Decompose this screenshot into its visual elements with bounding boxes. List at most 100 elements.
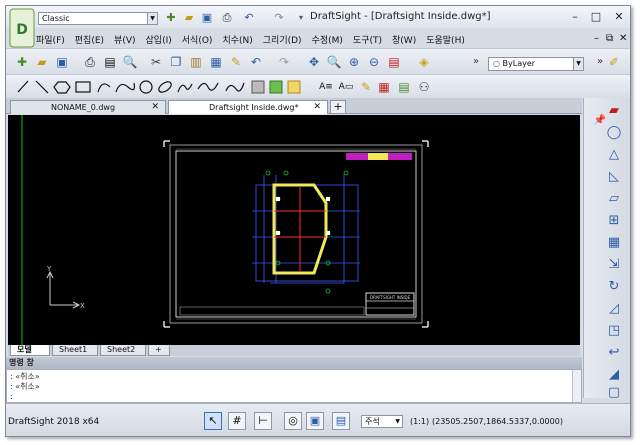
spline-icon[interactable]	[197, 82, 219, 91]
etrack-icon[interactable]: ▤	[332, 412, 350, 430]
sheet-tab-sheet2[interactable]: Sheet2	[100, 345, 146, 356]
undo-icon[interactable]: ↶	[242, 11, 256, 25]
circle-icon[interactable]	[139, 80, 153, 94]
copy-icon[interactable]: ❐	[168, 54, 184, 70]
scale-icon[interactable]: ⊞	[604, 212, 624, 230]
menu-insert[interactable]: 삽입(I)	[146, 33, 172, 46]
zoom-window-icon[interactable]: ⊕	[346, 54, 362, 70]
offset-icon[interactable]: ◺	[604, 168, 624, 186]
drawing-canvas[interactable]: Y X DRAFTSIGHT INSIDE	[8, 115, 580, 345]
doc-close-icon[interactable]: ✕	[619, 33, 627, 44]
pan-icon[interactable]: ✥	[306, 54, 322, 70]
pattern-icon[interactable]: ▦	[604, 234, 624, 252]
match-properties-icon[interactable]: ✎	[228, 54, 244, 70]
zoom-fit-icon[interactable]: ⊖	[366, 54, 382, 70]
copy-entity-icon[interactable]: ◯	[604, 124, 624, 142]
insert-block-icon[interactable]	[287, 80, 301, 94]
image-icon[interactable]: ▦	[376, 79, 392, 95]
customize-icon[interactable]: ▾	[294, 11, 308, 25]
stretch-icon[interactable]: ▱	[604, 190, 624, 208]
clipboard-icon[interactable]: ▦	[208, 54, 224, 70]
open-icon[interactable]: ▰	[182, 11, 196, 25]
menu-help[interactable]: 도움말(H)	[426, 33, 465, 46]
style-manager-icon[interactable]: ✐	[606, 54, 622, 70]
pen-icon[interactable]: ✎	[358, 79, 374, 95]
properties-icon[interactable]: ▤	[386, 54, 402, 70]
sheet-tab-model[interactable]: 모델	[10, 345, 50, 356]
ellipse-icon[interactable]	[157, 80, 173, 95]
workspace-select[interactable]: Classic ▼	[38, 12, 158, 25]
fillet-icon[interactable]: ▢	[604, 386, 624, 399]
mirror-icon[interactable]: △	[604, 146, 624, 164]
doc-restore-icon[interactable]: ⧉	[606, 33, 613, 44]
redo-icon[interactable]: ↷	[276, 54, 292, 70]
ellipse-arc-icon[interactable]	[177, 83, 193, 93]
infinite-line-icon[interactable]	[35, 80, 49, 94]
chamfer-icon[interactable]: ◢	[604, 366, 624, 384]
doc-minimize-icon[interactable]: –	[594, 33, 599, 44]
layer-manager-icon[interactable]: ◈	[416, 54, 432, 70]
restore-button[interactable]: □	[589, 10, 603, 24]
menu-tools[interactable]: 도구(T)	[353, 33, 382, 46]
trim-icon[interactable]: ◿	[604, 300, 624, 318]
sheet-tab-sheet1[interactable]: Sheet1	[52, 345, 98, 356]
command-window[interactable]: : «취소» : «취소» :	[6, 369, 582, 403]
break-icon[interactable]: ↩	[604, 344, 624, 362]
polar-icon[interactable]: ◎	[284, 412, 302, 430]
print-icon[interactable]: ⎙	[82, 54, 98, 70]
extend-icon[interactable]: ◳	[604, 322, 624, 340]
esnap-icon[interactable]: ▣	[306, 412, 324, 430]
add-tab-button[interactable]: +	[330, 100, 346, 114]
menu-draw[interactable]: 그리기(D)	[263, 33, 302, 46]
zoom-realtime-icon[interactable]: 🔍	[326, 54, 342, 70]
rectangle-icon[interactable]	[75, 81, 91, 93]
menu-dimension[interactable]: 치수(N)	[222, 33, 252, 46]
menu-format[interactable]: 서식(O)	[182, 33, 213, 46]
toolbar-overflow-icon[interactable]: »	[468, 54, 484, 70]
grid-icon[interactable]: #	[228, 412, 246, 430]
new-icon[interactable]: ✚	[14, 54, 30, 70]
new-icon[interactable]: ✚	[164, 11, 178, 25]
command-input[interactable]: :	[10, 392, 13, 401]
save-icon[interactable]: ▣	[54, 54, 70, 70]
draftsight-logo[interactable]: D	[9, 8, 35, 48]
open-icon[interactable]: ▰	[34, 54, 50, 70]
revision-cloud-icon[interactable]	[225, 82, 245, 92]
command-scrollbar[interactable]	[572, 370, 581, 402]
undo-icon[interactable]: ↶	[248, 54, 264, 70]
note-icon[interactable]: A≡	[318, 79, 334, 95]
menu-view[interactable]: 뷰(V)	[114, 33, 135, 46]
zoom-preview-icon[interactable]: 🔍	[122, 54, 138, 70]
menu-file[interactable]: 파일(F)	[36, 33, 65, 46]
tab-noname[interactable]: NONAME_0.dwg ✕	[10, 100, 166, 114]
add-sheet-button[interactable]: +	[148, 345, 170, 356]
tab-draftsight-inside[interactable]: Draftsight Inside.dwg* ✕	[168, 100, 328, 114]
menu-window[interactable]: 창(W)	[392, 33, 416, 46]
block-icon[interactable]	[269, 80, 283, 94]
line-icon[interactable]	[17, 80, 29, 93]
polygon-icon[interactable]	[53, 81, 71, 94]
cut-icon[interactable]: ✂	[148, 54, 164, 70]
table-icon[interactable]: ▤	[396, 79, 412, 95]
close-icon[interactable]: ✕	[313, 101, 321, 114]
redo-icon[interactable]: ↷	[272, 11, 286, 25]
paste-icon[interactable]: ▥	[188, 54, 204, 70]
simple-note-icon[interactable]: A▭	[338, 79, 354, 95]
print-preview-icon[interactable]: ▤	[102, 54, 118, 70]
minimize-button[interactable]: –	[568, 10, 582, 24]
close-icon[interactable]: ✕	[151, 101, 159, 114]
group-icon[interactable]: ⚇	[416, 79, 432, 95]
close-button[interactable]: ✕	[612, 10, 626, 24]
layer-select[interactable]: ○ ByLayer ▼	[488, 57, 584, 71]
menu-modify[interactable]: 수정(M)	[312, 33, 343, 46]
move-icon[interactable]: ⇲	[604, 256, 624, 274]
ortho-icon[interactable]: ⊢	[254, 412, 272, 430]
hatch-icon[interactable]	[251, 80, 265, 94]
annotation-scale-select[interactable]: 주석 ▼	[361, 415, 403, 428]
snap-cursor-icon[interactable]: ↖	[204, 412, 222, 430]
arc-icon[interactable]	[97, 83, 111, 93]
rotate-icon[interactable]: ↻	[604, 278, 624, 296]
save-icon[interactable]: ▣	[200, 11, 214, 25]
spline-arc-icon[interactable]	[115, 82, 135, 93]
menu-edit[interactable]: 편집(E)	[75, 33, 104, 46]
